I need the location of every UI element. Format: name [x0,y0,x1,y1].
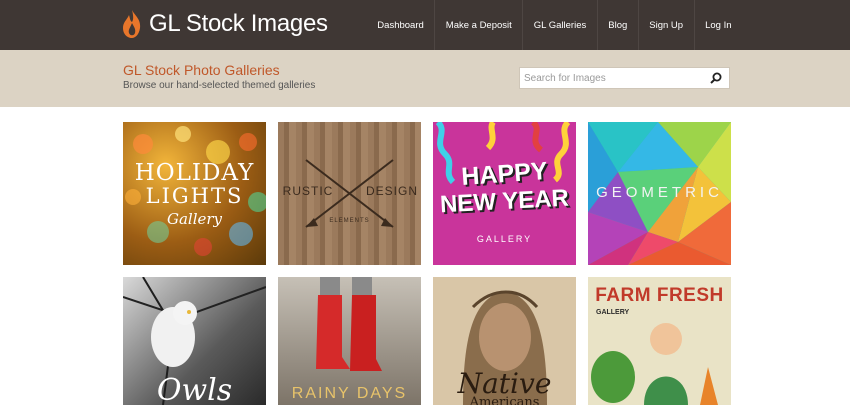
nav-sign-up[interactable]: Sign Up [637,0,694,50]
tile-title-line1: RAINY DAYS [291,385,408,402]
search-box [519,67,730,89]
gallery-tile-geometric[interactable]: GEOMETRIC [588,122,731,265]
gallery-tile-owls[interactable]: Owls [123,277,266,405]
tile-title-line1: RUSTIC [282,184,334,198]
nav-dashboard[interactable]: Dashboard [367,0,434,50]
top-navbar: GL Stock Images Dashboard Make a Deposit… [0,0,850,50]
tile-title-line2: Americans [469,395,540,405]
gallery-tile-farm-fresh[interactable]: FARM FRESH GALLERY [588,277,731,405]
tile-title-line1: GEOMETRIC [596,184,723,201]
nav-make-a-deposit[interactable]: Make a Deposit [434,0,522,50]
brand-logo[interactable]: GL Stock Images [121,9,328,39]
nav-log-in[interactable]: Log In [693,0,742,50]
gallery-tile-native-americans[interactable]: Native Americans [433,277,576,405]
gallery-tile-happy-new-year[interactable]: HAPPY NEW YEAR GALLERY [433,122,576,265]
page-subtitle: Browse our hand-selected themed gallerie… [123,80,316,91]
tile-title-line3: Gallery [166,210,223,228]
tile-title-line1: FARM FRESH [595,285,724,306]
tile-title-line3: GALLERY [476,234,533,244]
brand-name: GL Stock Images [149,10,328,37]
gallery-tile-rustic-design[interactable]: RUSTIC DESIGN ELEMENTS [278,122,421,265]
nav-blog[interactable]: Blog [596,0,638,50]
page-title: GL Stock Photo Galleries [123,62,280,78]
tile-title-line2: GALLERY [596,309,630,316]
tile-title-line3: ELEMENTS [329,218,370,224]
nav-gl-galleries[interactable]: GL Galleries [522,0,596,50]
tile-title-line1: HOLIDAY [134,160,255,186]
flame-icon [123,10,141,38]
tile-title-line2: LIGHTS [145,184,244,208]
tile-title-line1: Owls [156,373,233,405]
gallery-tile-rainy-days[interactable]: RAINY DAYS [278,277,421,405]
search-icon[interactable] [710,72,722,84]
tile-title-line2: DESIGN [365,184,418,198]
main-nav: Dashboard Make a Deposit GL Galleries Bl… [367,0,742,50]
gallery-tile-holiday-lights[interactable]: HOLIDAY LIGHTS Gallery [123,122,266,265]
search-input[interactable] [524,71,704,86]
